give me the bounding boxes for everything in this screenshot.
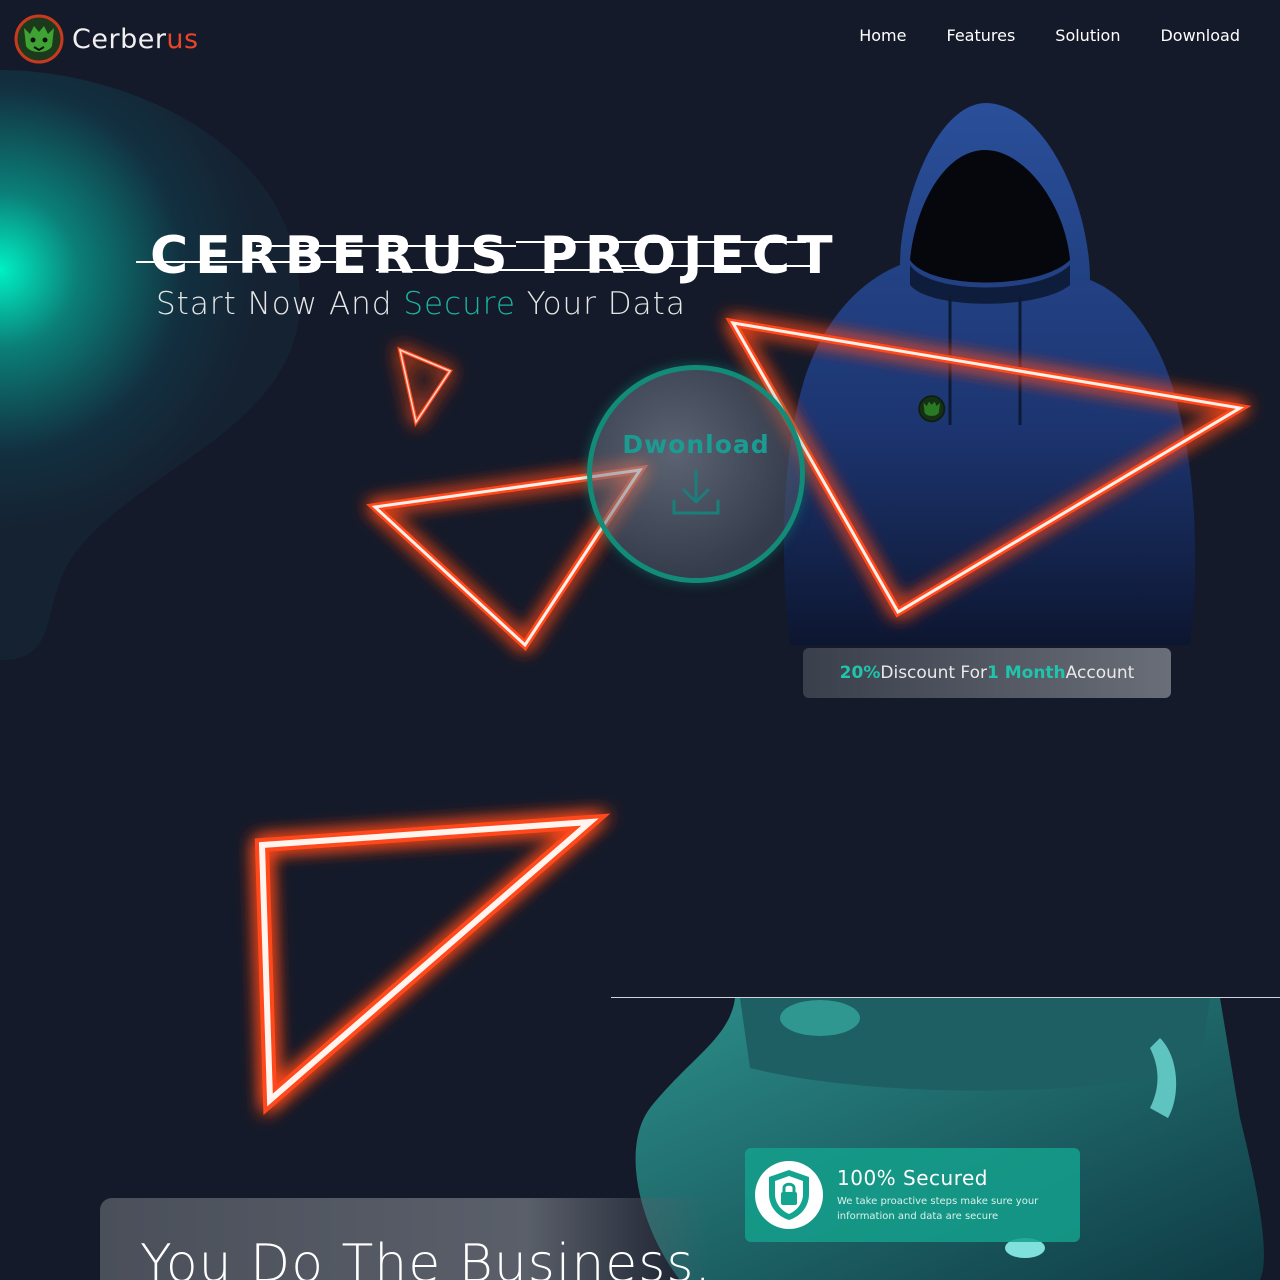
download-icon: [672, 469, 720, 514]
business-title: You Do The Business,: [140, 1234, 712, 1280]
business-card: You Do The Business,: [100, 1198, 712, 1280]
secured-card: 100% Secured We take proactive steps mak…: [745, 1148, 1080, 1242]
discount-banner[interactable]: 20% Discount For 1 Month Account: [803, 648, 1171, 698]
hero-title: CERBERUS PROJECT: [150, 226, 840, 286]
shield-lock-icon: [769, 1170, 809, 1220]
download-button[interactable]: Dwonload: [587, 365, 805, 583]
secured-badge: [755, 1161, 823, 1229]
secured-description: We take proactive steps make sure your i…: [837, 1196, 1039, 1222]
download-button-label: Dwonload: [622, 429, 770, 459]
hero-subtitle: Start Now And Secure Your Data: [156, 286, 686, 322]
secured-title: 100% Secured: [837, 1166, 988, 1190]
